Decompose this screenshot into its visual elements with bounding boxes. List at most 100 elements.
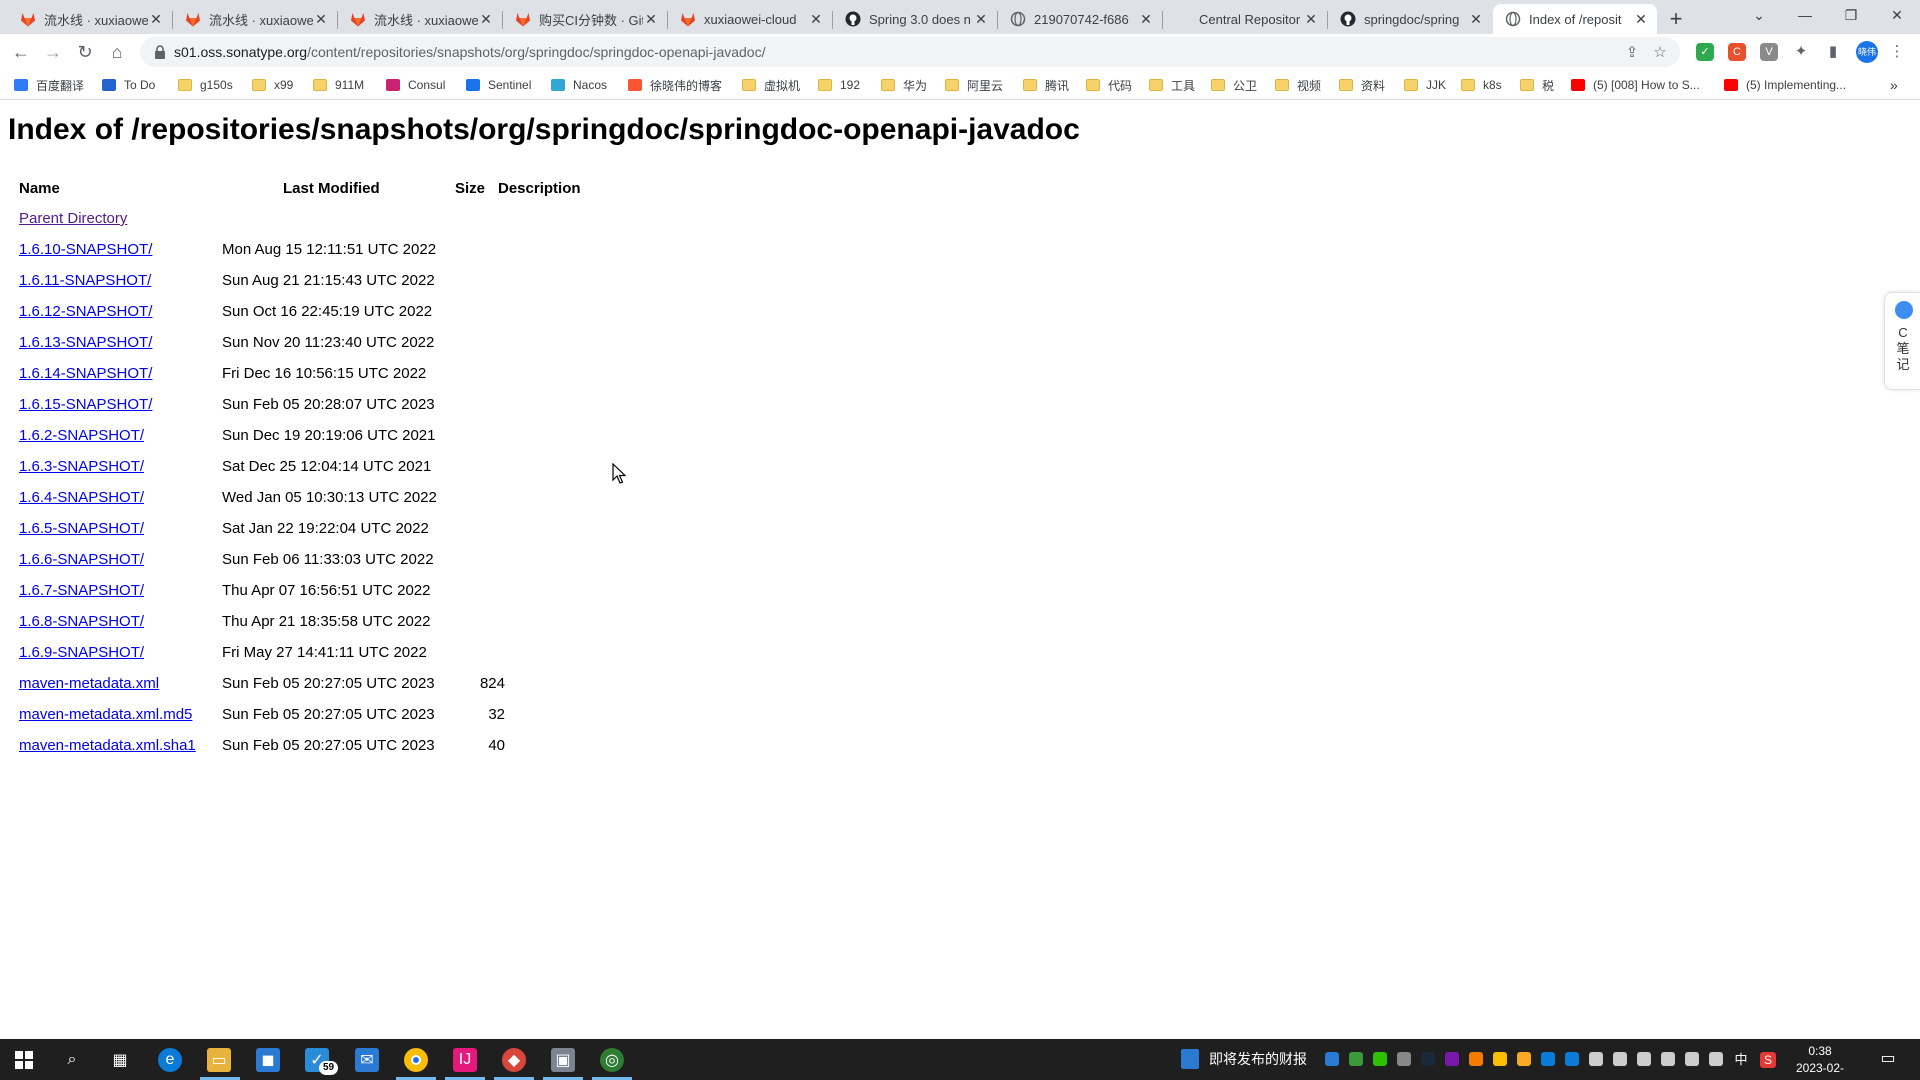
sogou-ime-icon[interactable]: S <box>1760 1052 1776 1068</box>
battery-icon[interactable] <box>1637 1052 1651 1066</box>
restore-button[interactable]: ❐ <box>1828 0 1874 30</box>
home-button[interactable]: ⌂ <box>104 39 130 65</box>
entry-link[interactable]: maven-metadata.xml <box>19 675 159 692</box>
tab-close-icon[interactable]: ✕ <box>973 11 989 27</box>
bookmark-item[interactable]: 192 <box>818 77 860 93</box>
browser-tab[interactable]: springdoc/spring ✕ <box>1328 4 1492 34</box>
system-clock[interactable]: 0:38 2023-02-16 <box>1790 1043 1850 1080</box>
bookmark-item[interactable]: 徐晓伟的博客 <box>628 77 722 93</box>
browser-tab[interactable]: 流水线 · xuxiaowe ✕ <box>338 4 502 34</box>
intellij-tray-icon[interactable] <box>1325 1052 1339 1066</box>
bookmark-item[interactable]: 税 <box>1520 77 1554 93</box>
bookmark-item[interactable]: Consul <box>386 77 445 93</box>
entry-link[interactable]: 1.6.9-SNAPSHOT/ <box>19 644 144 661</box>
bookmark-item[interactable]: 腾讯 <box>1023 77 1069 93</box>
bookmark-item[interactable]: 工具 <box>1149 77 1195 93</box>
app-tray-icon[interactable] <box>1469 1052 1483 1066</box>
volume-icon[interactable] <box>1709 1052 1723 1066</box>
tab-close-icon[interactable]: ✕ <box>1138 11 1154 27</box>
entry-link[interactable]: 1.6.2-SNAPSHOT/ <box>19 427 144 444</box>
browser-tab[interactable]: 购买CI分钟数 · Gitl ✕ <box>503 4 667 34</box>
entry-link[interactable]: 1.6.10-SNAPSHOT/ <box>19 241 152 258</box>
browser-tab[interactable]: Spring 3.0 does n ✕ <box>833 4 997 34</box>
tab-close-icon[interactable]: ✕ <box>1303 11 1319 27</box>
entry-link[interactable]: 1.6.4-SNAPSHOT/ <box>19 489 144 506</box>
entry-link[interactable]: 1.6.14-SNAPSHOT/ <box>19 365 152 382</box>
address-bar[interactable]: s01.oss.sonatype.org/content/repositorie… <box>140 37 1680 67</box>
entry-link[interactable]: maven-metadata.xml.md5 <box>19 706 192 723</box>
new-tab-button[interactable]: + <box>1662 6 1690 34</box>
git-client-icon[interactable]: ◆ <box>502 1048 526 1072</box>
bookmark-item[interactable]: 百度翻译 <box>14 77 84 93</box>
bookmark-item[interactable]: g150s <box>178 77 233 93</box>
minimize-button[interactable]: — <box>1782 0 1828 30</box>
search-tray-icon[interactable] <box>1517 1052 1531 1066</box>
side-panel-icon[interactable]: ▮ <box>1824 43 1842 61</box>
browser-tab[interactable]: xuxiaowei-cloud ✕ <box>668 4 832 34</box>
app-tray-icon[interactable] <box>1493 1052 1507 1066</box>
action-center-icon[interactable]: ▭ <box>1880 1051 1896 1067</box>
browser-tab[interactable]: Index of /reposit ✕ <box>1493 4 1657 34</box>
tab-close-icon[interactable]: ✕ <box>148 11 164 27</box>
bookmark-item[interactable]: 资料 <box>1339 77 1385 93</box>
bookmarks-overflow-button[interactable]: » <box>1890 77 1898 93</box>
entry-link[interactable]: 1.6.6-SNAPSHOT/ <box>19 551 144 568</box>
tab-close-icon[interactable]: ✕ <box>313 11 329 27</box>
forward-button[interactable]: → <box>40 39 66 65</box>
entry-link[interactable]: 1.6.5-SNAPSHOT/ <box>19 520 144 537</box>
edge-browser-icon[interactable]: e <box>158 1048 182 1072</box>
chrome-icon[interactable] <box>404 1048 428 1072</box>
search-icon[interactable]: ⌕ <box>60 1048 84 1072</box>
microsoft-store-icon[interactable]: ◼ <box>256 1048 280 1072</box>
entry-link[interactable]: 1.6.12-SNAPSHOT/ <box>19 303 152 320</box>
file-explorer-icon[interactable]: ▭ <box>207 1048 231 1072</box>
csdn-extension-icon[interactable]: C <box>1728 43 1746 61</box>
windows-start-icon[interactable] <box>12 1048 36 1072</box>
bookmark-item[interactable]: Sentinel <box>466 77 531 93</box>
bookmark-item[interactable]: 阿里云 <box>945 77 1003 93</box>
browser-tab[interactable]: 流水线 · xuxiaowe ✕ <box>173 4 337 34</box>
intellij-idea-icon[interactable]: IJ <box>453 1048 477 1072</box>
entry-link[interactable]: 1.6.15-SNAPSHOT/ <box>19 396 152 413</box>
share-icon[interactable]: ⇪ <box>1623 44 1641 62</box>
bookmark-item[interactable]: 华为 <box>881 77 927 93</box>
steam-icon[interactable] <box>1421 1052 1435 1066</box>
wechat-icon[interactable] <box>1373 1052 1387 1066</box>
bookmark-item[interactable]: k8s <box>1461 77 1502 93</box>
bookmark-item[interactable]: JJK <box>1404 77 1446 93</box>
bookmark-item[interactable]: 代码 <box>1086 77 1132 93</box>
qr-tray-icon[interactable] <box>1397 1052 1411 1066</box>
browser-tab[interactable]: Central Repositor ✕ <box>1163 4 1327 34</box>
parent-directory-link[interactable]: Parent Directory <box>19 210 127 227</box>
entry-link[interactable]: 1.6.11-SNAPSHOT/ <box>19 272 151 289</box>
tab-search-icon[interactable]: ⌄ <box>1736 0 1782 30</box>
tab-close-icon[interactable]: ✕ <box>1468 11 1484 27</box>
app-icon-green[interactable]: ◎ <box>600 1048 624 1072</box>
close-window-button[interactable]: ✕ <box>1874 0 1920 30</box>
bookmark-item[interactable]: (5) Implementing... <box>1724 77 1846 93</box>
entry-link[interactable]: 1.6.8-SNAPSHOT/ <box>19 613 144 630</box>
bookmark-item[interactable]: 公卫 <box>1211 77 1257 93</box>
onenote-icon[interactable] <box>1445 1052 1459 1066</box>
bookmark-item[interactable]: 视频 <box>1275 77 1321 93</box>
extensions-puzzle-icon[interactable]: ✦ <box>1792 43 1810 61</box>
reload-button[interactable]: ↻ <box>72 39 98 65</box>
lock-icon[interactable] <box>154 45 166 59</box>
app-tray-icon[interactable] <box>1349 1052 1363 1066</box>
url-text[interactable]: s01.oss.sonatype.org/content/repositorie… <box>174 44 765 60</box>
entry-link[interactable]: 1.6.7-SNAPSHOT/ <box>19 582 144 599</box>
cloud-icon[interactable] <box>1589 1052 1603 1066</box>
onedrive-icon[interactable] <box>1565 1052 1579 1066</box>
mail-icon[interactable]: ✉ <box>355 1048 379 1072</box>
bookmark-item[interactable]: Nacos <box>551 77 607 93</box>
bookmark-item[interactable]: x99 <box>252 77 293 93</box>
usb-icon[interactable] <box>1613 1052 1627 1066</box>
browser-tab[interactable]: 流水线 · xuxiaowe ✕ <box>8 4 172 34</box>
bookmark-star-icon[interactable]: ☆ <box>1651 44 1669 62</box>
back-button[interactable]: ← <box>8 39 34 65</box>
news-widget[interactable]: 即将发布的财报 <box>1181 1049 1307 1069</box>
note-side-widget[interactable]: C笔记 <box>1884 292 1920 390</box>
entry-link[interactable]: 1.6.3-SNAPSHOT/ <box>19 458 144 475</box>
security-icon[interactable] <box>1661 1052 1675 1066</box>
tab-close-icon[interactable]: ✕ <box>478 11 494 27</box>
